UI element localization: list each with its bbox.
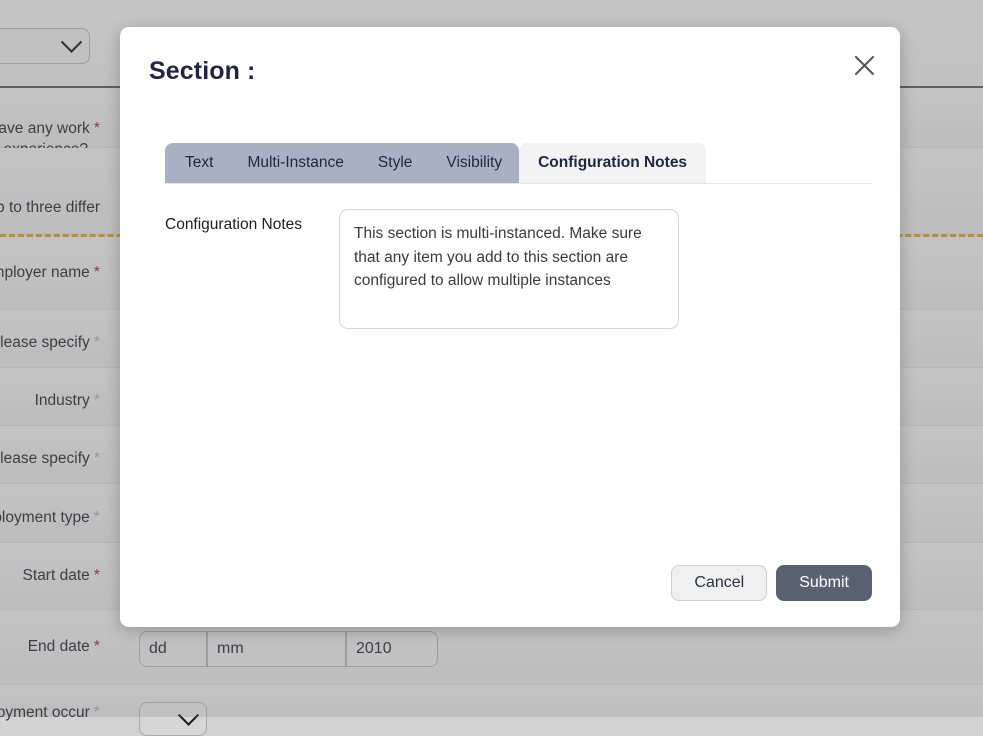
cancel-button[interactable]: Cancel <box>671 565 768 601</box>
tab-text[interactable]: Text <box>165 143 230 183</box>
tab-configuration-notes[interactable]: Configuration Notes <box>519 143 707 183</box>
submit-button[interactable]: Submit <box>776 565 872 601</box>
modal-footer: Cancel Submit <box>120 565 872 601</box>
configuration-notes-field-row: Configuration Notes <box>165 209 860 329</box>
modal-tabs: Text Multi-Instance Style Visibility Con… <box>165 137 872 184</box>
close-icon[interactable] <box>846 47 882 83</box>
section-configuration-modal: Section : Text Multi-Instance Style Visi… <box>120 27 900 627</box>
page-title: Section : <box>149 57 256 85</box>
configuration-notes-input[interactable] <box>339 209 679 329</box>
inactive-tabs-group: Text Multi-Instance Style Visibility <box>165 143 520 183</box>
configuration-notes-label: Configuration Notes <box>165 216 302 233</box>
tab-visibility[interactable]: Visibility <box>429 143 519 183</box>
tab-multi-instance[interactable]: Multi-Instance <box>230 143 360 183</box>
tab-style[interactable]: Style <box>361 143 429 183</box>
